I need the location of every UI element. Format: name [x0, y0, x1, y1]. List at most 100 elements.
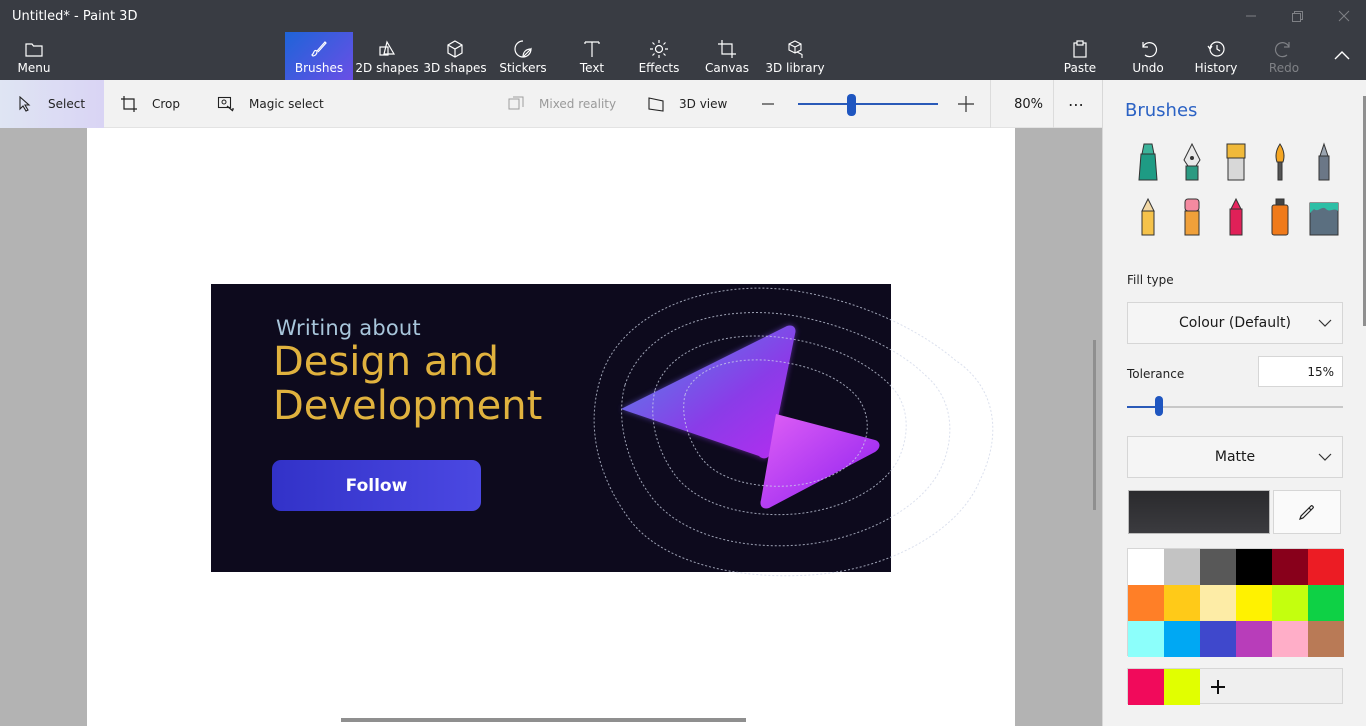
- mixed-reality-icon: [507, 95, 525, 113]
- mixed-reality-button[interactable]: Mixed reality: [507, 80, 616, 128]
- history-button[interactable]: History: [1195, 32, 1237, 80]
- fill-bucket-icon[interactable]: [1306, 197, 1342, 237]
- mixed-reality-label: Mixed reality: [539, 97, 617, 111]
- crop-label: Crop: [152, 97, 181, 111]
- undo-icon: [1138, 39, 1158, 59]
- oil-brush-icon[interactable]: [1222, 142, 1250, 182]
- tab-2d-shapes[interactable]: 2D shapes: [355, 32, 419, 80]
- marker-icon[interactable]: [1134, 142, 1162, 182]
- palette-swatch[interactable]: [1308, 585, 1344, 621]
- zoom-level[interactable]: 80%: [990, 80, 1054, 128]
- horizontal-scrollbar[interactable]: [341, 718, 746, 722]
- crayon-icon[interactable]: [1222, 197, 1250, 237]
- palette-swatch[interactable]: [1164, 621, 1200, 657]
- stickers-icon: [513, 39, 533, 59]
- palette-swatch[interactable]: [1128, 621, 1164, 657]
- 2d-shapes-icon: [377, 39, 397, 59]
- restore-button[interactable]: [1289, 8, 1305, 24]
- palette-swatch[interactable]: [1272, 621, 1308, 657]
- zoom-out-button[interactable]: [760, 80, 780, 128]
- more-icon: ⋯: [1068, 94, 1085, 114]
- tab-text[interactable]: Text: [572, 32, 612, 80]
- crop-tool[interactable]: Crop: [120, 80, 180, 128]
- 3d-view-icon: [647, 95, 665, 113]
- eyedropper-button[interactable]: [1273, 490, 1341, 534]
- minus-icon: [762, 103, 774, 105]
- current-color-swatch[interactable]: [1128, 490, 1270, 534]
- tolerance-label: Tolerance: [1127, 367, 1185, 381]
- tab-canvas[interactable]: Canvas: [704, 32, 750, 80]
- paste-button[interactable]: Paste: [1062, 32, 1098, 80]
- panel-title: Brushes: [1125, 100, 1198, 121]
- tolerance-slider-thumb[interactable]: [1155, 396, 1164, 416]
- custom-color-swatch[interactable]: [1164, 669, 1200, 705]
- palette-swatch[interactable]: [1164, 549, 1200, 585]
- zoom-slider-thumb[interactable]: [847, 94, 857, 116]
- palette-swatch[interactable]: [1128, 585, 1164, 621]
- collapse-ribbon-button[interactable]: [1328, 32, 1356, 80]
- magic-select-tool[interactable]: Magic select: [217, 80, 324, 128]
- fill-type-dropdown[interactable]: Colour (Default): [1127, 302, 1343, 344]
- menu-button[interactable]: Menu: [10, 32, 58, 80]
- tab-canvas-label: Canvas: [704, 61, 750, 75]
- tab-3d-library[interactable]: 3D library: [765, 32, 825, 80]
- zoom-in-button[interactable]: [957, 80, 977, 128]
- tab-brushes[interactable]: Brushes: [285, 32, 353, 80]
- palette-swatch[interactable]: [1128, 549, 1164, 585]
- palette-swatch[interactable]: [1164, 585, 1200, 621]
- undo-button[interactable]: Undo: [1130, 32, 1166, 80]
- palette-swatch[interactable]: [1272, 549, 1308, 585]
- tab-effects-label: Effects: [638, 61, 680, 75]
- palette-swatch[interactable]: [1308, 549, 1344, 585]
- window-title: Untitled* - Paint 3D: [12, 9, 138, 24]
- plus-icon: [1211, 680, 1225, 694]
- 3d-view-button[interactable]: 3D view: [647, 80, 727, 128]
- pixel-pen-icon[interactable]: [1310, 142, 1338, 182]
- palette-swatch[interactable]: [1308, 621, 1344, 657]
- palette-swatch[interactable]: [1236, 549, 1272, 585]
- redo-label: Redo: [1268, 61, 1300, 75]
- folder-icon: [24, 39, 44, 59]
- redo-button[interactable]: Redo: [1266, 32, 1302, 80]
- palette-swatch[interactable]: [1236, 585, 1272, 621]
- add-color-button[interactable]: [1200, 669, 1236, 705]
- palette-swatch[interactable]: [1200, 621, 1236, 657]
- pencil-icon[interactable]: [1134, 197, 1162, 237]
- minimize-button[interactable]: [1243, 8, 1259, 24]
- more-options-button[interactable]: ⋯: [1068, 80, 1088, 128]
- palette-swatch[interactable]: [1272, 585, 1308, 621]
- palette-swatch[interactable]: [1200, 585, 1236, 621]
- tab-3d-library-label: 3D library: [765, 61, 825, 75]
- vertical-scrollbar[interactable]: [1093, 340, 1096, 510]
- history-icon: [1206, 39, 1226, 59]
- finish-value: Matte: [1214, 449, 1256, 465]
- palette-swatch[interactable]: [1236, 621, 1272, 657]
- magic-select-label: Magic select: [249, 97, 324, 111]
- tab-stickers[interactable]: Stickers: [499, 32, 547, 80]
- finish-dropdown[interactable]: Matte: [1127, 436, 1343, 478]
- calligraphy-pen-icon[interactable]: [1178, 142, 1206, 182]
- tab-2d-shapes-label: 2D shapes: [355, 61, 419, 75]
- palette-swatch[interactable]: [1200, 549, 1236, 585]
- 3d-library-icon: [785, 39, 805, 59]
- eraser-icon[interactable]: [1178, 197, 1206, 237]
- eyedropper-icon: [1299, 505, 1314, 520]
- close-button[interactable]: [1336, 8, 1352, 24]
- watercolor-icon[interactable]: [1266, 142, 1294, 182]
- menu-label: Menu: [17, 61, 51, 75]
- 3d-shapes-icon: [445, 39, 465, 59]
- tab-text-label: Text: [579, 61, 605, 75]
- history-label: History: [1194, 61, 1238, 75]
- zoom-slider-track[interactable]: [798, 103, 938, 105]
- clipboard-icon: [1070, 39, 1090, 59]
- spray-can-icon[interactable]: [1266, 197, 1294, 237]
- text-icon: [582, 39, 602, 59]
- select-tool[interactable]: Select: [0, 80, 104, 128]
- tab-3d-shapes[interactable]: 3D shapes: [423, 32, 487, 80]
- cursor-icon: [16, 95, 34, 113]
- tolerance-input[interactable]: 15%: [1258, 356, 1343, 387]
- chevron-up-icon: [1332, 45, 1352, 65]
- brushes-panel: Brushes Fill type Colour (Default) Toler…: [1102, 80, 1366, 726]
- tab-effects[interactable]: Effects: [638, 32, 680, 80]
- custom-color-swatch[interactable]: [1128, 669, 1164, 705]
